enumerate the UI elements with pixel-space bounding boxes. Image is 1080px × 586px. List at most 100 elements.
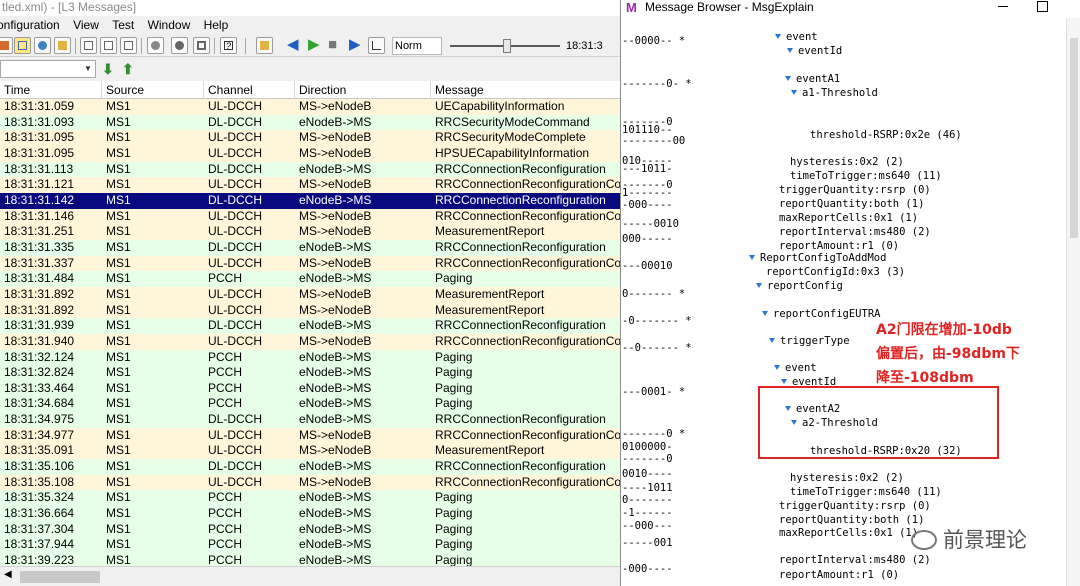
vertical-scrollbar[interactable] (1066, 18, 1080, 586)
expand-arrow-icon[interactable] (749, 255, 755, 260)
open-folder-icon[interactable] (54, 37, 71, 54)
table-row[interactable]: 18:31:31.939 MS1 DL-DCCH eNodeB->MS RRCConne… (0, 318, 620, 334)
chart-icon[interactable] (368, 37, 385, 54)
chevron-down-icon[interactable]: ▼ (82, 62, 94, 76)
table-row[interactable]: 18:31:31.940 MS1 UL-DCCH MS->eNodeB RRCConne… (0, 333, 620, 350)
tree-field[interactable]: hysteresis:0x2 (2) (790, 471, 904, 485)
tree-field[interactable]: triggerQuantity:rsrp (0) (779, 499, 931, 513)
properties-icon[interactable] (0, 37, 13, 54)
tree-node-expandable[interactable]: triggerType (769, 334, 850, 348)
tree-field[interactable]: threshold-RSRP:0x2e (46) (810, 128, 962, 142)
table-row[interactable]: 18:31:32.124 MS1 PCCH eNodeB->MS Paging (0, 349, 620, 366)
table-row[interactable]: 18:31:31.337 MS1 UL-DCCH MS->eNodeB RRCConne… (0, 255, 620, 272)
play-circle-icon[interactable] (171, 37, 188, 54)
globe-icon[interactable] (34, 37, 51, 54)
menu-help[interactable]: Help (199, 16, 234, 34)
table-row[interactable]: 18:31:31.892 MS1 UL-DCCH MS->eNodeB Measurem… (0, 302, 620, 319)
menu-configuration[interactable]: onfiguration (0, 16, 65, 34)
scroll-thumb[interactable] (1070, 38, 1078, 238)
col-time[interactable]: Time (0, 81, 102, 99)
table-row[interactable]: 18:31:35.091 MS1 UL-DCCH MS->eNodeB Measurem… (0, 443, 620, 460)
play-icon[interactable]: ▶ (308, 36, 320, 54)
col-message[interactable]: Message (431, 81, 620, 99)
tree-field[interactable]: maxReportCells:0x1 (1) (779, 526, 918, 540)
menu-test[interactable]: Test (107, 16, 139, 34)
export-icon[interactable] (120, 37, 137, 54)
tree-node-expandable[interactable]: eventA1 (785, 72, 840, 86)
expand-arrow-icon[interactable] (756, 283, 762, 288)
minimize-icon[interactable] (998, 6, 1008, 7)
tree-field[interactable]: reportInterval:ms480 (2) (779, 553, 931, 567)
scroll-left-icon[interactable]: ◀ (4, 569, 12, 580)
table-row[interactable]: 18:31:31.095 MS1 UL-DCCH MS->eNodeB HPSUECap… (0, 145, 620, 162)
scroll-thumb[interactable] (20, 571, 100, 583)
expand-arrow-icon[interactable] (762, 311, 768, 316)
tree-field[interactable]: reportQuantity:both (1) (779, 513, 924, 527)
table-row[interactable]: 18:31:31.093 MS1 DL-DCCH eNodeB->MS RRCSecur… (0, 114, 620, 131)
tree-field[interactable]: reportInterval:ms480 (2) (779, 225, 931, 239)
expand-arrow-icon[interactable] (791, 90, 797, 95)
tree-node-expandable[interactable]: eventId (787, 44, 842, 58)
table-row[interactable]: 18:31:35.324 MS1 PCCH eNodeB->MS Paging (0, 490, 620, 507)
help-icon[interactable]: ? (220, 37, 237, 54)
expand-arrow-icon[interactable] (785, 76, 791, 81)
table-row[interactable]: 18:31:37.944 MS1 PCCH eNodeB->MS Paging (0, 537, 620, 554)
skip-back-icon[interactable]: ◀ (287, 36, 299, 54)
table-row[interactable]: 18:31:37.304 MS1 PCCH eNodeB->MS Paging (0, 521, 620, 538)
tree-field[interactable]: maxReportCells:0x1 (1) (779, 211, 918, 225)
expand-arrow-icon[interactable] (775, 34, 781, 39)
filter-icon[interactable] (147, 37, 164, 54)
table-row[interactable]: 18:31:31.146 MS1 UL-DCCH MS->eNodeB RRCConne… (0, 208, 620, 225)
table-row[interactable]: 18:31:31.335 MS1 DL-DCCH eNodeB->MS RRCConne… (0, 239, 620, 256)
tree-node-expandable[interactable]: ReportConfigToAddMod (749, 251, 886, 265)
tree-node-expandable[interactable]: event (774, 361, 817, 375)
tree-node-expandable[interactable]: reportConfigEUTRA (762, 307, 880, 321)
tree-field[interactable]: timeToTrigger:ms640 (11) (790, 485, 942, 499)
table-row[interactable]: 18:31:34.975 MS1 DL-DCCH eNodeB->MS RRCConne… (0, 412, 620, 428)
table-row[interactable]: 18:31:31.251 MS1 UL-DCCH MS->eNodeB Measurem… (0, 224, 620, 240)
maximize-icon[interactable] (1037, 1, 1048, 12)
table-row[interactable]: 18:31:31.121 MS1 UL-DCCH MS->eNodeB RRCConne… (0, 177, 620, 193)
arrow-up-icon[interactable]: ⬆ (122, 61, 134, 77)
table-row[interactable]: 18:31:31.059 MS1 UL-DCCH MS->eNodeB UECapabi… (0, 99, 620, 115)
table-row[interactable]: 18:31:31.142 MS1 DL-DCCH eNodeB->MS RRCConne… (0, 192, 620, 209)
tree-field[interactable]: timeToTrigger:ms640 (11) (790, 169, 942, 183)
slider-thumb[interactable] (503, 39, 511, 53)
arrow-down-icon[interactable]: ⬇ (102, 61, 114, 77)
expand-arrow-icon[interactable] (769, 338, 775, 343)
copy-icon[interactable] (80, 37, 97, 54)
stop-icon[interactable]: ■ (328, 36, 337, 54)
expand-arrow-icon[interactable] (781, 379, 787, 384)
table-row[interactable]: 18:31:32.824 MS1 PCCH eNodeB->MS Paging (0, 365, 620, 381)
table-row[interactable]: 18:31:31.113 MS1 DL-DCCH eNodeB->MS RRCConne… (0, 161, 620, 178)
col-direction[interactable]: Direction (295, 81, 431, 99)
tree-field[interactable]: reportQuantity:both (1) (779, 197, 924, 211)
tree-node-expandable[interactable]: a1-Threshold (791, 86, 878, 100)
tree-node-expandable[interactable]: event (775, 30, 818, 44)
table-row[interactable]: 18:31:35.106 MS1 DL-DCCH eNodeB->MS RRCConne… (0, 459, 620, 475)
table-row[interactable]: 18:31:36.664 MS1 PCCH eNodeB->MS Paging (0, 506, 620, 522)
tree-field[interactable]: reportConfigId:0x3 (3) (766, 265, 905, 279)
expand-arrow-icon[interactable] (774, 365, 780, 370)
tree-field[interactable]: hysteresis:0x2 (2) (790, 155, 904, 169)
expand-arrow-icon[interactable] (787, 48, 793, 53)
col-channel[interactable]: Channel (204, 81, 295, 99)
open-file-icon[interactable] (256, 37, 273, 54)
table-row[interactable]: 18:31:34.684 MS1 PCCH eNodeB->MS Paging (0, 396, 620, 413)
horizontal-scrollbar[interactable]: ◀ (0, 566, 620, 586)
filter-combobox[interactable]: ▼ (0, 60, 96, 78)
table-row[interactable]: 18:31:31.095 MS1 UL-DCCH MS->eNodeB RRCSecur… (0, 130, 620, 146)
skip-forward-icon[interactable]: ▶ (349, 36, 361, 54)
tree-node-expandable[interactable]: reportConfig (756, 279, 843, 293)
menu-window[interactable]: Window (143, 16, 196, 34)
stop-circle-icon[interactable] (193, 37, 210, 54)
zoom-select[interactable]: Norm (392, 37, 442, 55)
paste-icon[interactable] (100, 37, 117, 54)
tree-field[interactable]: reportAmount:r1 (0) (779, 568, 899, 582)
table-row[interactable]: 18:31:31.484 MS1 PCCH eNodeB->MS Paging (0, 271, 620, 287)
menu-view[interactable]: View (68, 16, 104, 34)
grid-view-icon[interactable] (14, 37, 31, 54)
tree-field[interactable]: triggerQuantity:rsrp (0) (779, 183, 931, 197)
table-row[interactable]: 18:31:35.108 MS1 UL-DCCH MS->eNodeB RRCConne… (0, 474, 620, 491)
table-row[interactable]: 18:31:31.892 MS1 UL-DCCH MS->eNodeB Measurem… (0, 286, 620, 303)
